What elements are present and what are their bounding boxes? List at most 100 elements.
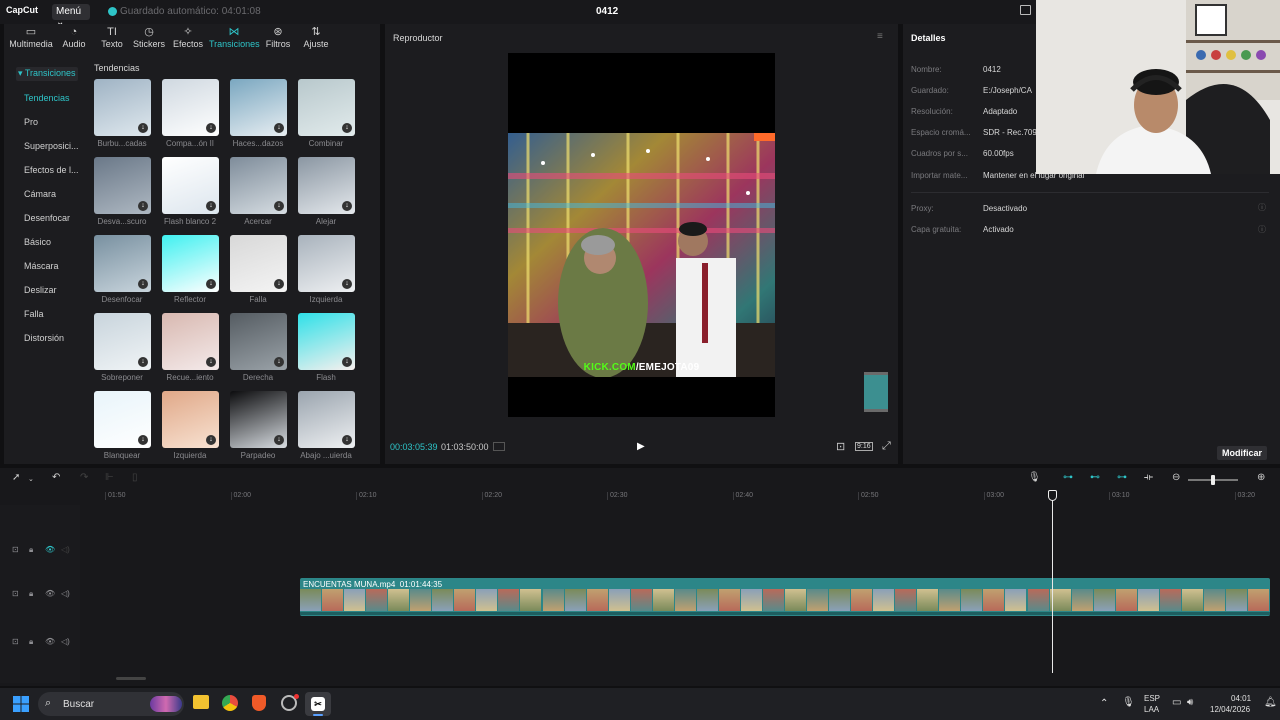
brave-icon[interactable] — [252, 695, 266, 711]
tab-efectos[interactable]: ✧ Efectos — [172, 26, 204, 49]
audio-icon[interactable]: ◁) — [61, 589, 70, 598]
sidebar-item-falla[interactable]: Falla — [24, 309, 44, 319]
sidebar-item-desenfocar[interactable]: Desenfocar — [24, 213, 70, 223]
download-icon[interactable]: ↓ — [342, 279, 352, 289]
transition-thumb[interactable]: ↓ — [298, 157, 355, 214]
language-bottom[interactable]: LAA — [1144, 705, 1159, 714]
select-tool-icon[interactable]: ➚ — [12, 472, 20, 483]
lock-icon[interactable]: 🔒︎ — [29, 637, 33, 647]
transition-thumb[interactable]: ↓ — [230, 313, 287, 370]
chevron-down-icon[interactable]: ⌄ — [28, 475, 34, 483]
download-icon[interactable]: ↓ — [342, 357, 352, 367]
lock-icon[interactable]: 🔒︎ — [29, 589, 33, 599]
timecode-grid-icon[interactable] — [493, 442, 505, 451]
download-icon[interactable]: ↓ — [274, 279, 284, 289]
player-menu-icon[interactable]: ≡ — [877, 31, 883, 42]
transition-thumb[interactable]: ↓ — [162, 313, 219, 370]
layout-icon[interactable] — [1020, 5, 1031, 15]
download-icon[interactable]: ↓ — [138, 357, 148, 367]
transition-thumb[interactable]: ↓ — [230, 157, 287, 214]
transition-thumb[interactable]: ↓ — [298, 235, 355, 292]
download-icon[interactable]: ↓ — [206, 279, 216, 289]
transition-thumb[interactable]: ↓ — [298, 79, 355, 136]
download-icon[interactable]: ↓ — [206, 357, 216, 367]
zoom-out-icon[interactable]: ⊖ — [1172, 472, 1180, 483]
download-icon[interactable]: ↓ — [274, 357, 284, 367]
download-icon[interactable]: ↓ — [274, 123, 284, 133]
eye-icon[interactable]: 👁︎ — [45, 545, 55, 554]
snap-icon[interactable]: ⊷ — [1090, 472, 1100, 483]
track-cover-icon[interactable]: ⊡ — [12, 589, 19, 598]
timeline-scrollbar[interactable] — [116, 677, 146, 680]
download-icon[interactable]: ↓ — [206, 435, 216, 445]
transition-thumb[interactable]: ↓ — [162, 157, 219, 214]
transition-thumb[interactable]: ↓ — [230, 79, 287, 136]
sidebar-item-efectos-luz[interactable]: Efectos de l... — [24, 165, 79, 175]
windows-start-icon[interactable] — [13, 696, 29, 712]
category-header[interactable]: ▾ Transiciones — [16, 67, 78, 81]
transition-thumb[interactable]: ↓ — [94, 235, 151, 292]
audio-icon[interactable]: ◁) — [61, 637, 70, 646]
sidebar-item-pro[interactable]: Pro — [24, 117, 38, 127]
download-icon[interactable]: ↓ — [342, 123, 352, 133]
lock-icon[interactable]: 🔒︎ — [29, 545, 33, 555]
transition-thumb[interactable]: ↓ — [94, 79, 151, 136]
sidebar-item-mascara[interactable]: Máscara — [24, 261, 59, 271]
tab-audio[interactable]: ◔ Audio — [60, 26, 88, 49]
download-icon[interactable]: ↓ — [274, 201, 284, 211]
preview-axis-icon[interactable]: ⟛ — [1144, 472, 1153, 483]
fullscreen-icon[interactable]: ⤢ — [882, 440, 891, 453]
download-icon[interactable]: ↓ — [274, 435, 284, 445]
info-icon[interactable]: ⓘ — [1258, 202, 1266, 213]
playhead-handle[interactable] — [1048, 490, 1057, 501]
modify-button[interactable]: Modificar — [1217, 446, 1267, 460]
eye-icon[interactable]: 👁︎ — [45, 637, 55, 646]
sidebar-item-camara[interactable]: Cámara — [24, 189, 56, 199]
transition-thumb[interactable]: ↓ — [162, 235, 219, 292]
network-icon[interactable]: ▭ — [1172, 697, 1181, 708]
zoom-slider-handle[interactable] — [1211, 475, 1215, 485]
tray-chevron-up-icon[interactable]: ⌃ — [1100, 698, 1108, 709]
tray-microphone-icon[interactable]: 🎙 — [1122, 697, 1135, 708]
sidebar-item-tendencias[interactable]: Tendencias — [24, 93, 70, 103]
delete-icon[interactable]: ▯ — [132, 472, 138, 483]
sidebar-item-superposicion[interactable]: Superposici... — [24, 141, 79, 151]
download-icon[interactable]: ↓ — [342, 435, 352, 445]
clock-date[interactable]: 12/04/2026 — [1210, 705, 1250, 714]
play-button[interactable]: ▶ — [637, 441, 645, 452]
language-top[interactable]: ESP — [1144, 694, 1160, 703]
download-icon[interactable]: ↓ — [138, 279, 148, 289]
file-explorer-icon[interactable] — [193, 695, 209, 709]
download-icon[interactable]: ↓ — [138, 201, 148, 211]
download-icon[interactable]: ↓ — [206, 201, 216, 211]
info-icon[interactable]: ⓘ — [1258, 224, 1266, 235]
sidebar-item-deslizar[interactable]: Deslizar — [24, 285, 57, 295]
tab-ajuste[interactable]: ⇅ Ajuste — [303, 26, 329, 49]
ratio-button[interactable]: 9:16 — [855, 442, 873, 451]
transition-thumb[interactable]: ↓ — [298, 313, 355, 370]
tab-transiciones[interactable]: ⋈ Transiciones — [209, 26, 260, 49]
tab-multimedia[interactable]: ▭ Multimedia — [8, 26, 54, 49]
transition-thumb[interactable]: ↓ — [162, 391, 219, 448]
track-cover-icon[interactable]: ⊡ — [12, 545, 19, 554]
tab-filtros[interactable]: ⊛ Filtros — [265, 26, 291, 49]
tab-stickers[interactable]: ◷ Stickers — [132, 26, 166, 49]
video-preview[interactable] — [508, 133, 775, 377]
timeline-ruler[interactable] — [82, 490, 1280, 502]
menu-button[interactable]: Menú ⌄ — [52, 4, 90, 28]
chrome-icon[interactable] — [222, 695, 238, 711]
eye-icon[interactable]: 👁︎ — [45, 589, 55, 598]
transition-thumb[interactable]: ↓ — [298, 391, 355, 448]
playhead-line[interactable] — [1052, 490, 1053, 673]
transition-thumb[interactable]: ↓ — [94, 313, 151, 370]
split-icon[interactable]: ⊩ — [105, 472, 114, 483]
notification-bell-icon[interactable]: 🔔︎ — [1264, 697, 1277, 708]
volume-icon[interactable]: 🔊︎ — [1187, 697, 1193, 708]
transition-thumb[interactable]: ↓ — [94, 157, 151, 214]
sidebar-item-basico[interactable]: Básico — [24, 237, 51, 247]
transition-thumb[interactable]: ↓ — [230, 235, 287, 292]
download-icon[interactable]: ↓ — [342, 201, 352, 211]
focus-icon[interactable]: ⊡ — [836, 440, 845, 453]
transition-thumb[interactable]: ↓ — [162, 79, 219, 136]
download-icon[interactable]: ↓ — [206, 123, 216, 133]
